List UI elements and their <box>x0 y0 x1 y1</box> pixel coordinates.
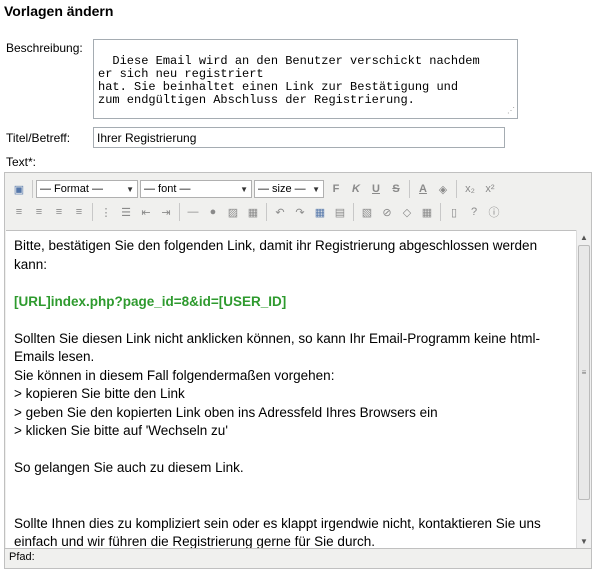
align-justify-icon[interactable]: ≡ <box>69 202 89 222</box>
description-textarea[interactable]: Diese Email wird an den Benutzer verschi… <box>93 39 518 119</box>
editor-line[interactable]: Sie können in diesem Fall folgendermaßen… <box>14 367 568 386</box>
resize-grip-icon[interactable]: ⋰ <box>507 108 515 116</box>
chevron-down-icon: ▼ <box>312 184 320 194</box>
editor-line[interactable]: Sollte Ihnen dies zu kompliziert sein od… <box>14 515 568 550</box>
editor-scrollbar[interactable]: ▲ ≡ ▼ <box>576 230 591 548</box>
redo-icon[interactable]: ↷ <box>290 202 310 222</box>
horizontal-rule-icon[interactable]: — <box>183 202 203 222</box>
highlight-color-icon[interactable]: ◈ <box>433 179 453 199</box>
editor-line[interactable]: > geben Sie den kopierten Link oben ins … <box>14 404 568 423</box>
paste-word-icon[interactable]: ▧ <box>357 202 377 222</box>
editor-line[interactable]: Bitte, bestätigen Sie den folgenden Link… <box>14 237 568 274</box>
grid-icon[interactable]: ▦ <box>417 202 437 222</box>
editor-line[interactable] <box>14 441 568 460</box>
italic-button[interactable]: K <box>346 179 366 199</box>
chevron-down-icon: ▼ <box>126 184 134 194</box>
toolbar-separator <box>456 180 457 198</box>
format-select[interactable]: — Format — ▼ <box>36 180 138 198</box>
eraser-icon[interactable]: ◇ <box>397 202 417 222</box>
scroll-up-icon[interactable]: ▲ <box>577 230 591 244</box>
editor-text[interactable]: Bitte, bestätigen Sie den folgenden Link… <box>6 231 576 549</box>
editor-line[interactable]: > klicken Sie bitte auf 'Wechseln zu' <box>14 422 568 441</box>
description-label: Beschreibung: <box>6 41 83 55</box>
editor-line[interactable] <box>14 311 568 330</box>
align-left-icon[interactable]: ≡ <box>9 202 29 222</box>
editor-line[interactable] <box>14 496 568 515</box>
image-icon[interactable]: ▨ <box>223 202 243 222</box>
editor-line[interactable]: [URL]index.php?page_id=8&id=[USER_ID] <box>14 293 568 312</box>
help-icon[interactable]: ? <box>464 202 484 222</box>
editor-content-area[interactable]: Bitte, bestätigen Sie den folgenden Link… <box>6 230 576 549</box>
editor-line[interactable]: So gelangen Sie auch zu diesem Link. <box>14 459 568 478</box>
editor-line[interactable] <box>14 274 568 293</box>
toolbar-separator <box>179 203 180 221</box>
subscript-button[interactable]: x₂ <box>460 179 480 199</box>
toolbar-separator <box>353 203 354 221</box>
size-select[interactable]: — size — ▼ <box>254 180 324 198</box>
indent-icon[interactable]: ⇥ <box>156 202 176 222</box>
insert-image-icon[interactable]: ▣ <box>9 179 29 199</box>
font-color-button[interactable]: A <box>413 179 433 199</box>
outdent-icon[interactable]: ⇤ <box>136 202 156 222</box>
scroll-thumb[interactable]: ≡ <box>578 245 590 500</box>
ordered-list-icon[interactable]: ⋮ <box>96 202 116 222</box>
text-label: Text*: <box>6 155 37 169</box>
toolbar-separator <box>266 203 267 221</box>
description-value[interactable]: Diese Email wird an den Benutzer verschi… <box>98 54 480 107</box>
align-right-icon[interactable]: ≡ <box>49 202 69 222</box>
toolbar-separator <box>440 203 441 221</box>
clean-code-icon[interactable]: ▤ <box>330 202 350 222</box>
bold-button[interactable]: F <box>326 179 346 199</box>
title-label: Titel/Betreff: <box>6 131 71 145</box>
link-icon[interactable]: ● <box>203 202 223 222</box>
toolbar-separator <box>92 203 93 221</box>
font-select[interactable]: — font — ▼ <box>140 180 252 198</box>
scroll-down-icon[interactable]: ▼ <box>577 534 591 548</box>
status-path-label: Pfad: <box>9 551 35 563</box>
editor-status-bar: Pfad: <box>5 548 591 568</box>
info-icon[interactable]: ⓘ <box>484 202 504 222</box>
align-center-icon[interactable]: ≡ <box>29 202 49 222</box>
chevron-down-icon: ▼ <box>240 184 248 194</box>
select-all-icon[interactable]: ▦ <box>310 202 330 222</box>
editor-line[interactable]: Sollten Sie diesen Link nicht anklicken … <box>14 330 568 367</box>
table-icon[interactable]: ▦ <box>243 202 263 222</box>
superscript-button[interactable]: x² <box>480 179 500 199</box>
toolbar-separator <box>409 180 410 198</box>
toolbar-row-2: ≡ ≡ ≡ ≡ ⋮ ☰ ⇤ ⇥ — ● ▨ ▦ ↶ ↷ ▦ ▤ ▧ ⊘ ◇ ▦ … <box>9 201 504 223</box>
underline-button[interactable]: U <box>366 179 386 199</box>
rich-text-editor: ▣ — Format — ▼ — font — ▼ — size — ▼ F K U … <box>4 172 592 569</box>
editor-line[interactable]: > kopieren Sie bitte den Link <box>14 385 568 404</box>
toolbar-separator <box>32 180 33 198</box>
toolbar-row-1: ▣ — Format — ▼ — font — ▼ — size — ▼ F K U … <box>9 178 500 200</box>
unordered-list-icon[interactable]: ☰ <box>116 202 136 222</box>
strikethrough-button[interactable]: S <box>386 179 406 199</box>
source-code-icon[interactable]: ▯ <box>444 202 464 222</box>
page-title: Vorlagen ändern <box>4 3 114 19</box>
title-input[interactable] <box>93 127 505 148</box>
undo-icon[interactable]: ↶ <box>270 202 290 222</box>
remove-format-icon[interactable]: ⊘ <box>377 202 397 222</box>
editor-line[interactable] <box>14 478 568 497</box>
